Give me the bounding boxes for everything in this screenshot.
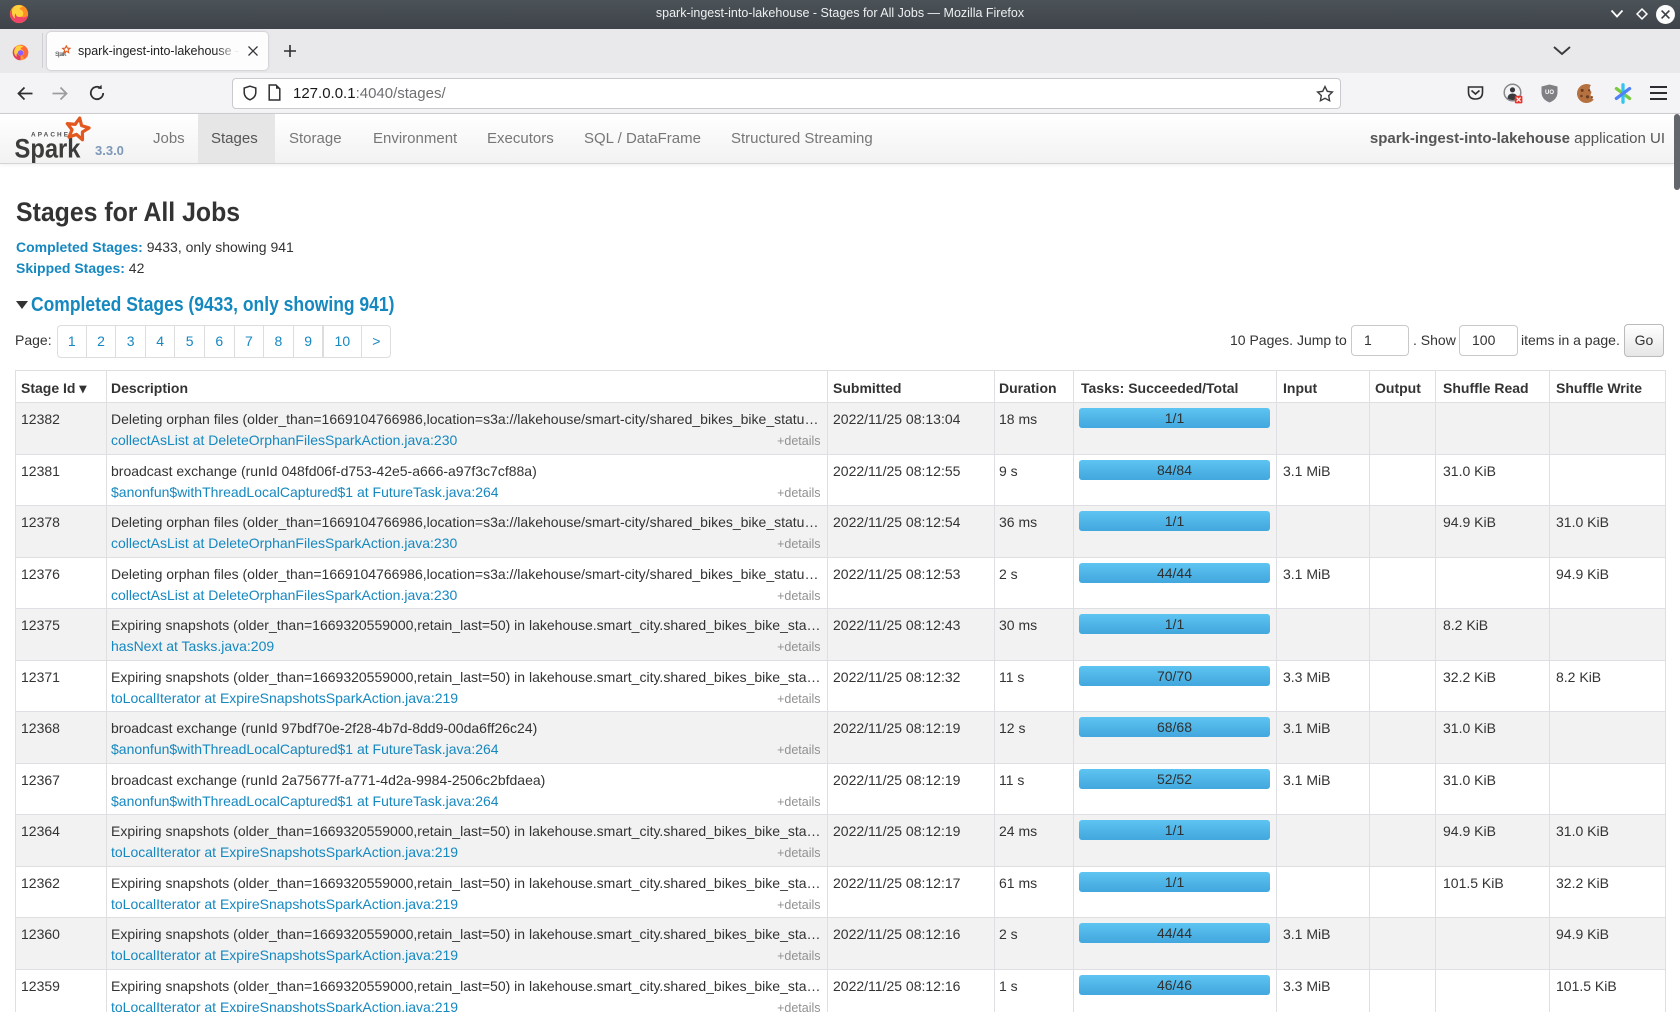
svg-text:UO: UO: [1545, 90, 1554, 96]
